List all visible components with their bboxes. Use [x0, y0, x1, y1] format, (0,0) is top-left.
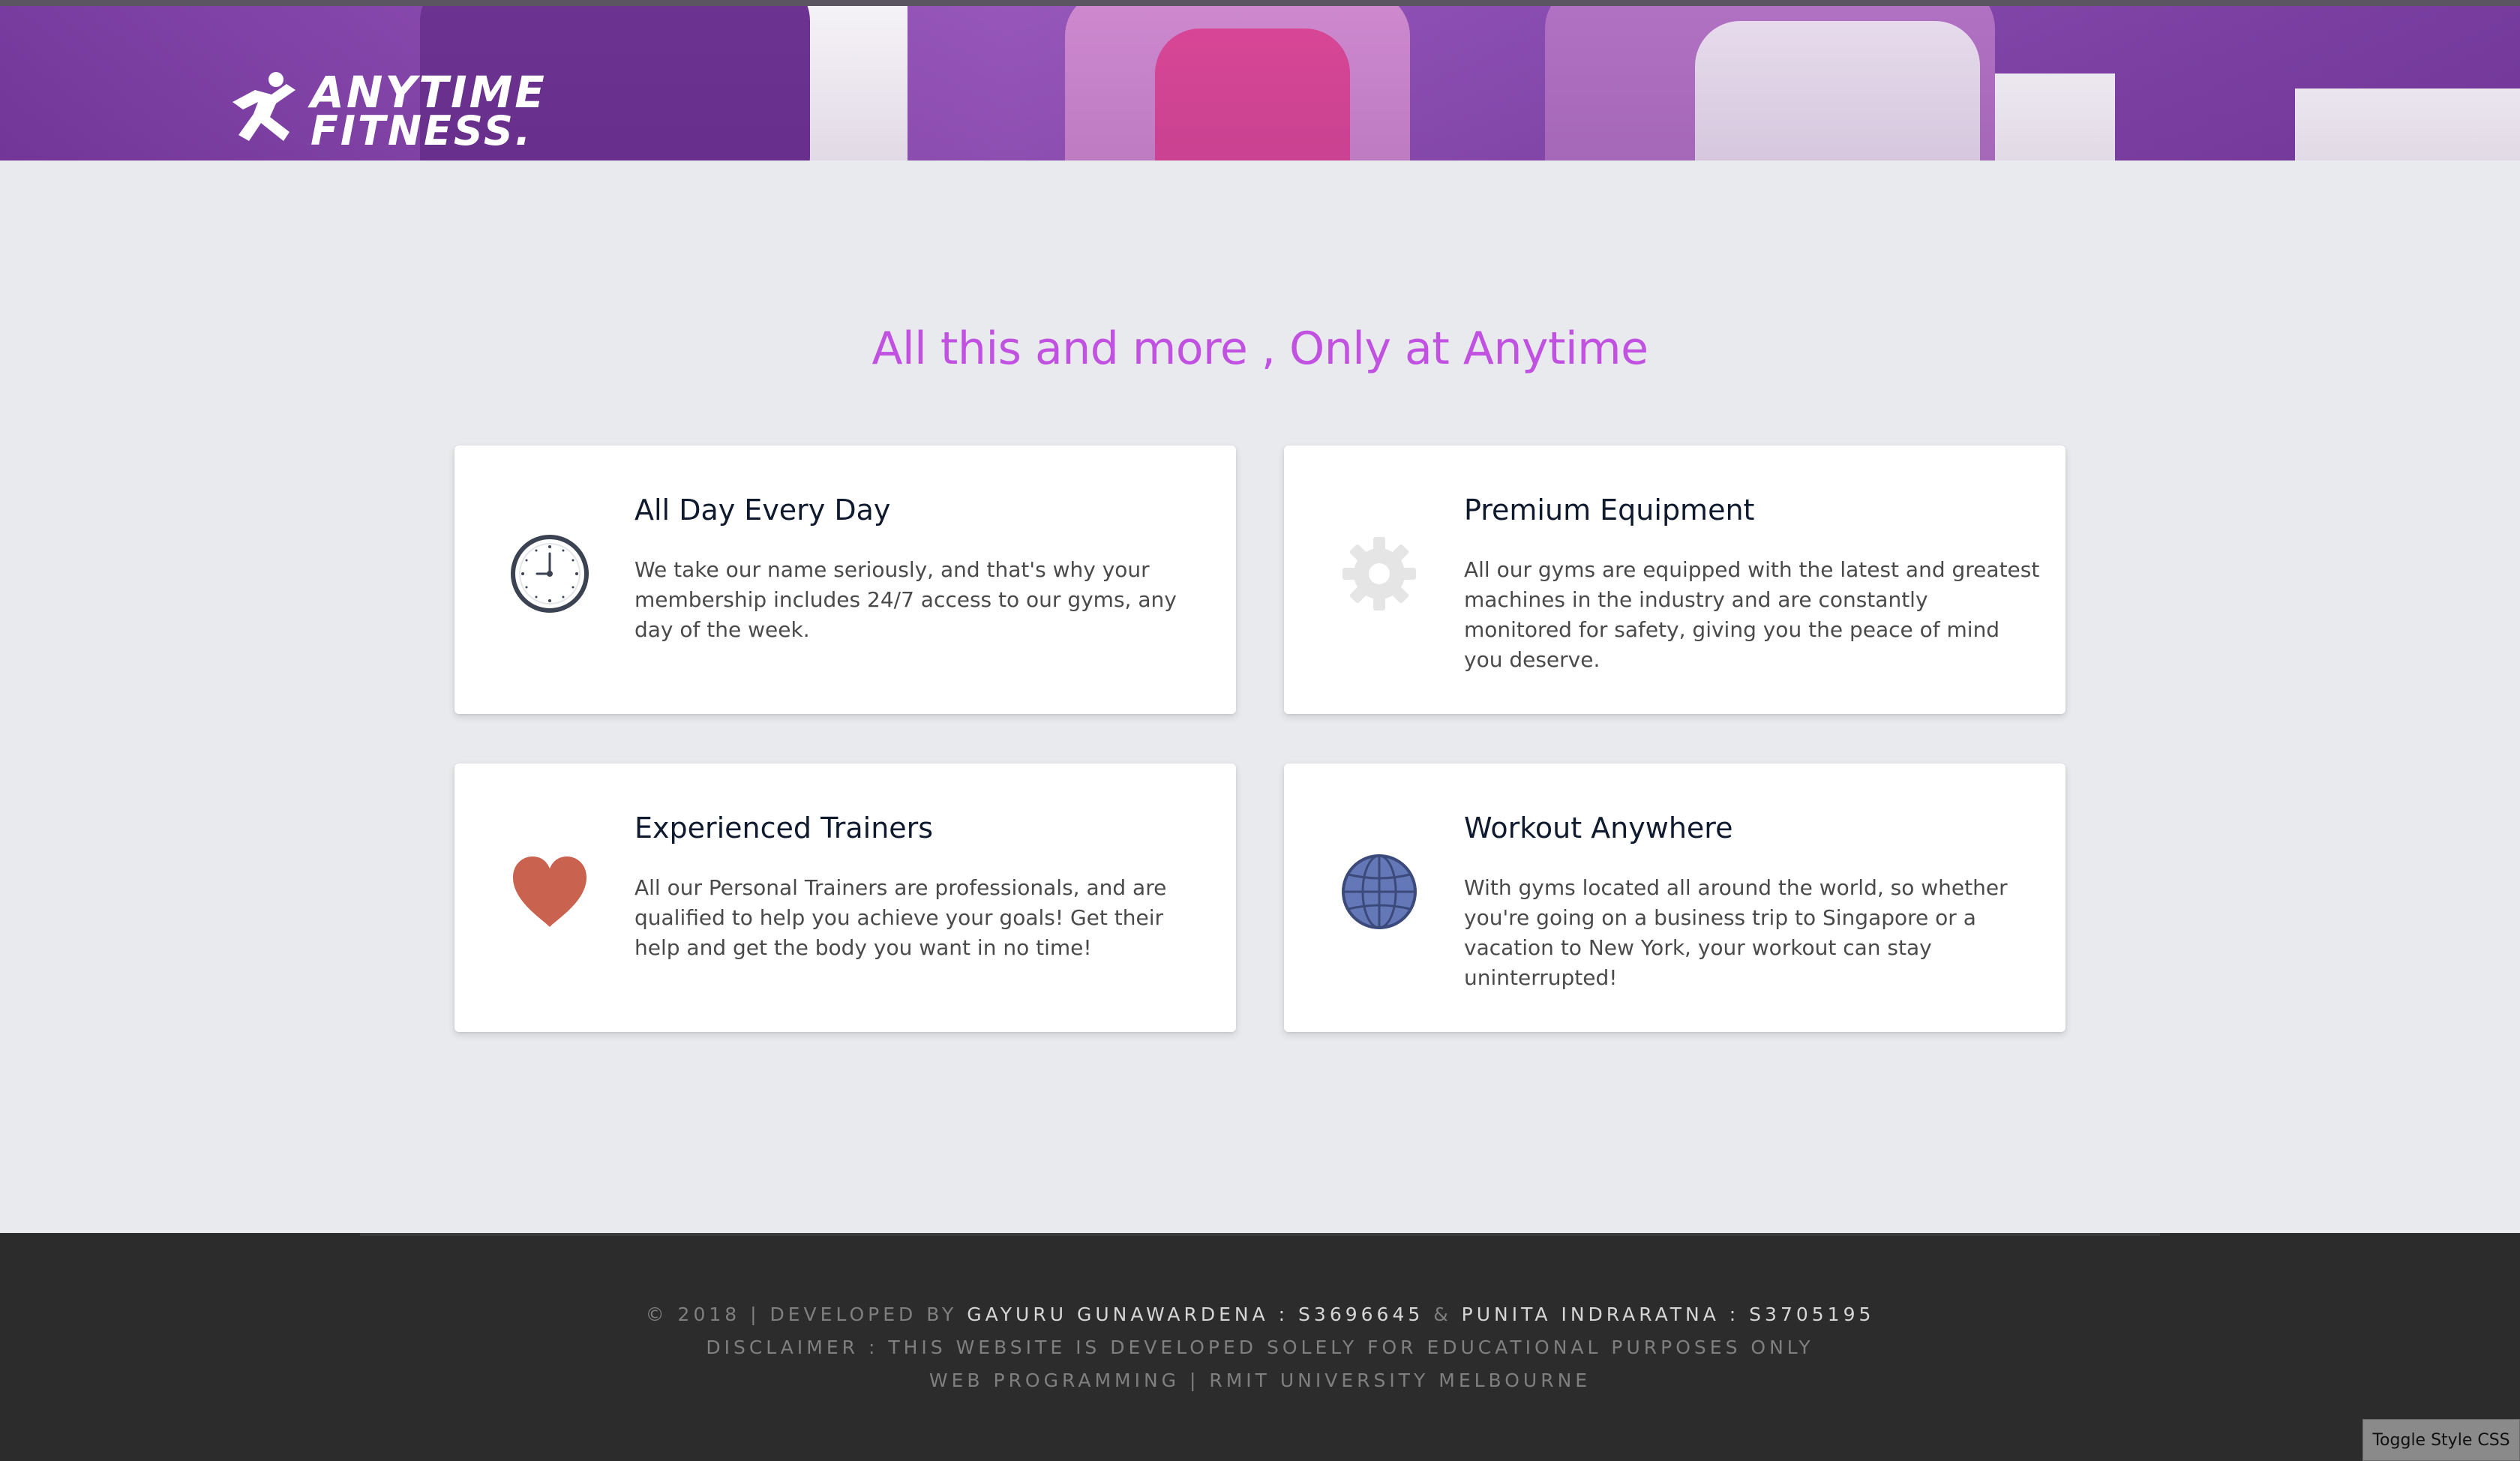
feature-text: All our Personal Trainers are profession…: [634, 875, 1167, 960]
feature-card-trainers: Experienced Trainers All our Personal Tr…: [454, 764, 1236, 1032]
toggle-style-css-button[interactable]: Toggle Style CSS: [2362, 1419, 2520, 1461]
gear-icon: [1342, 537, 1416, 610]
feature-card-equipment: Premium Equipment All our gyms are equip…: [1284, 446, 2066, 714]
anytime-fitness-logo[interactable]: ANYTIME FITNESS.: [226, 66, 616, 156]
footer-course: WEB PROGRAMMING | RMIT UNIVERSITY MELBOU…: [928, 1370, 1592, 1391]
footer-credits: © 2018 | DEVELOPED BY GAYURU GUNAWARDENA…: [0, 1304, 2520, 1325]
credits-ampersand: &: [1424, 1304, 1462, 1325]
site-footer: © 2018 | DEVELOPED BY GAYURU GUNAWARDENA…: [0, 1233, 2520, 1461]
footer-divider: [360, 1233, 2160, 1236]
running-man-icon: [232, 72, 296, 141]
developer-2: PUNITA INDRARATNA : S3705195: [1461, 1304, 1875, 1325]
top-border: [0, 0, 2520, 6]
credits-prefix: © 2018 | DEVELOPED BY: [645, 1304, 968, 1325]
logo-line-2: FITNESS.: [310, 107, 533, 154]
globe-icon: [1342, 854, 1417, 929]
hero-banner: ANYTIME FITNESS.: [0, 6, 2520, 160]
feature-text: All our gyms are equipped with the lates…: [1464, 557, 2040, 672]
feature-card-anywhere: Workout Anywhere With gyms located all a…: [1284, 764, 2066, 1032]
feature-text: With gyms located all around the world, …: [1464, 875, 2008, 990]
heart-icon: [513, 856, 586, 927]
feature-text: We take our name seriously, and that's w…: [634, 557, 1177, 642]
feature-title: Experienced Trainers: [634, 812, 934, 844]
feature-title: Workout Anywhere: [1464, 812, 1733, 844]
footer-disclaimer: DISCLAIMER : THIS WEBSITE IS DEVELOPED S…: [706, 1336, 1814, 1358]
feature-card-all-day: All Day Every Day We take our name serio…: [454, 446, 1236, 714]
clock-icon: [511, 535, 589, 613]
feature-title: Premium Equipment: [1464, 494, 1755, 526]
section-heading: All this and more , Only at Anytime: [872, 322, 1648, 375]
developer-1: GAYURU GUNAWARDENA : S3696645: [967, 1304, 1424, 1325]
feature-title: All Day Every Day: [634, 494, 891, 526]
